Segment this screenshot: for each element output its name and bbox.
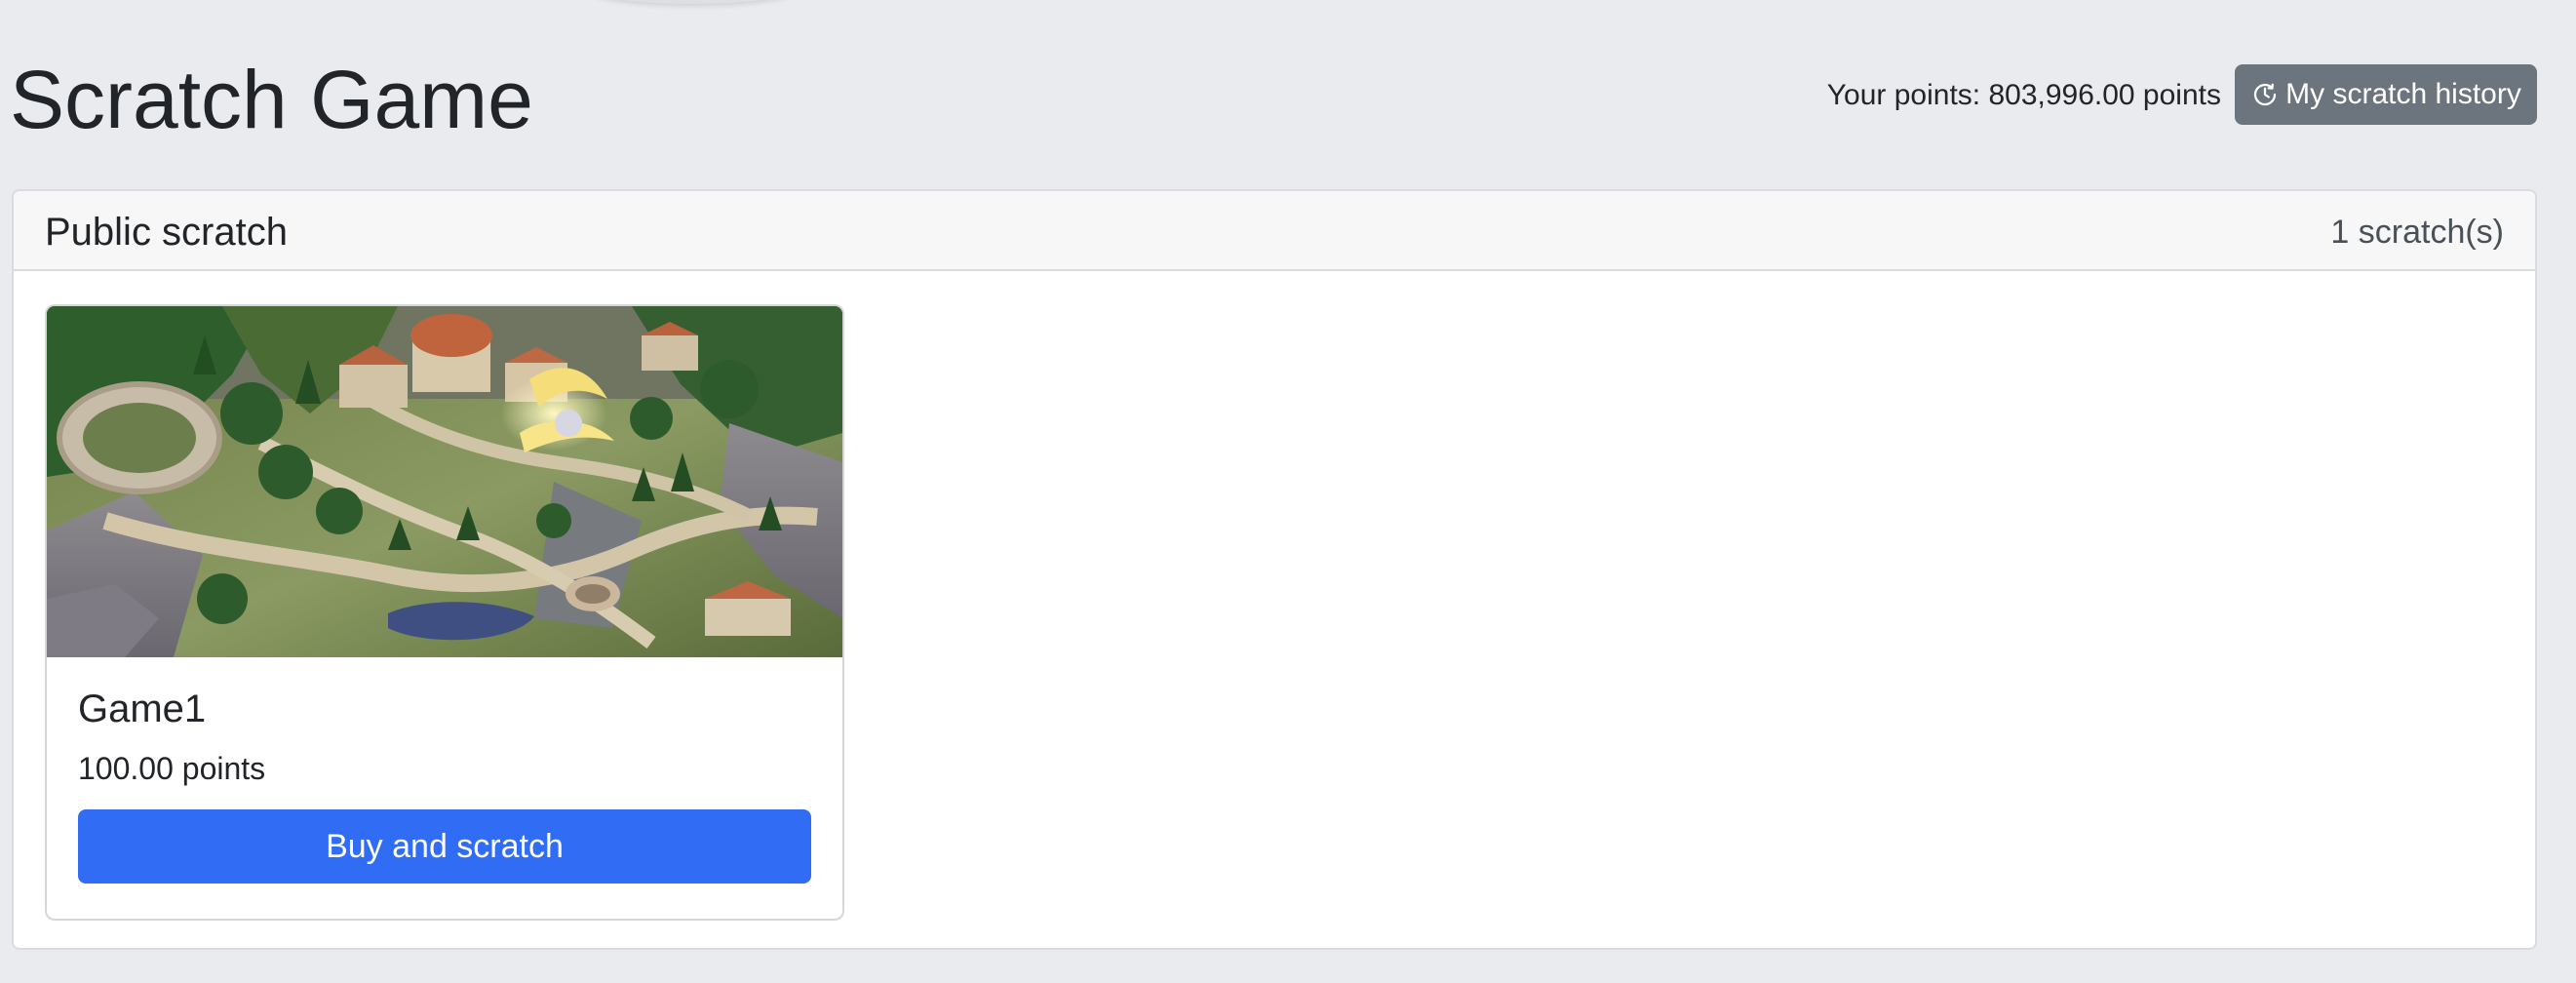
card-title: Game1 <box>78 688 207 730</box>
panel-header: Public scratch 1 scratch(s) <box>14 191 2535 271</box>
public-scratch-panel: Public scratch 1 scratch(s) Game1 100.00… <box>12 189 2537 950</box>
clock-history-icon <box>2250 80 2280 109</box>
card-image <box>47 306 842 657</box>
buy-and-scratch-button[interactable]: Buy and scratch <box>78 809 811 884</box>
panel-title: Public scratch <box>45 211 288 254</box>
page-header: Scratch Game Your points: 803,996.00 poi… <box>0 39 2576 156</box>
scratch-count: 1 scratch(s) <box>2330 214 2504 251</box>
scratch-history-label: My scratch history <box>2285 78 2521 110</box>
card-price: 100.00 points <box>78 751 266 786</box>
scratch-card: Game1 100.00 points Buy and scratch <box>45 304 844 921</box>
top-edge-tab <box>585 0 800 4</box>
scratch-history-button[interactable]: My scratch history <box>2235 64 2537 125</box>
points-balance: Your points: 803,996.00 points <box>1826 79 2221 111</box>
page-title: Scratch Game <box>10 54 533 145</box>
